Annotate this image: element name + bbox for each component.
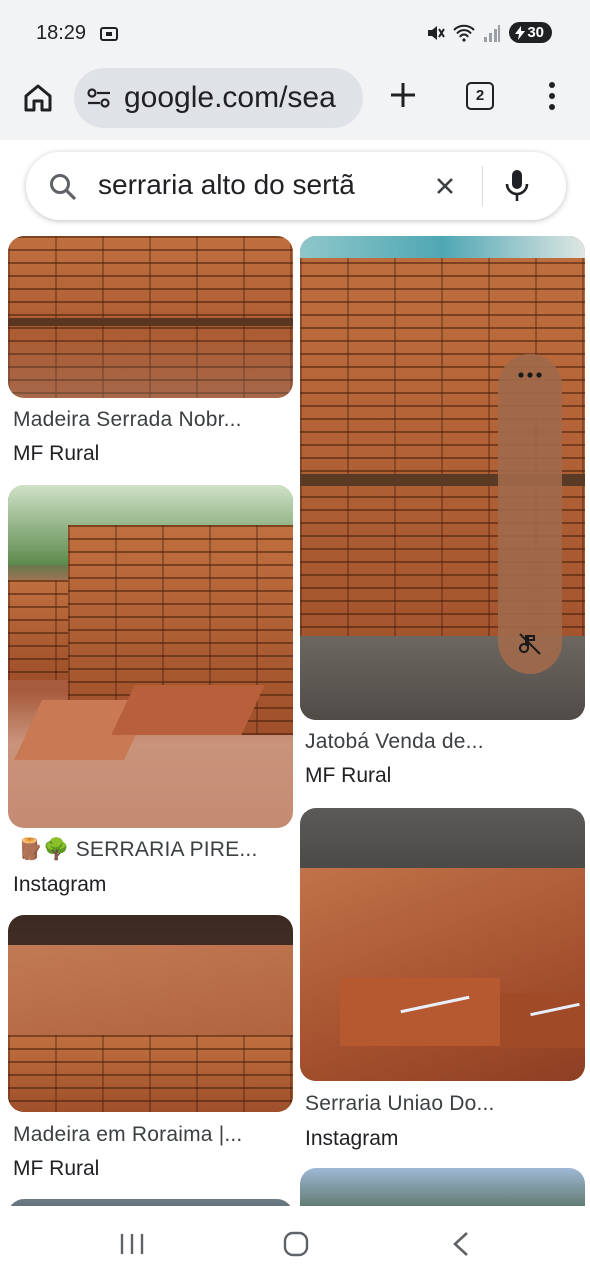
status-bar: 18:29 30	[0, 0, 590, 66]
result-caption[interactable]: Serraria Uniao Do...	[305, 1092, 495, 1116]
battery-level: 30	[527, 24, 544, 41]
search-divider	[482, 166, 483, 206]
floating-overlay-pill[interactable]	[498, 354, 562, 674]
result-source[interactable]: MF Rural	[305, 764, 391, 788]
result-caption[interactable]: Madeira em Roraima |...	[13, 1123, 242, 1147]
result-image[interactable]	[8, 915, 293, 1112]
recents-icon[interactable]	[118, 1232, 146, 1256]
result-caption[interactable]: 🪵🌳 SERRARIA PIRE...	[17, 838, 257, 862]
more-vert-icon[interactable]	[542, 80, 562, 112]
close-icon[interactable]	[434, 175, 456, 197]
search-area: serraria alto do sertã	[0, 140, 590, 236]
plus-icon[interactable]	[388, 80, 418, 110]
result-image[interactable]	[300, 1168, 585, 1206]
home-icon[interactable]	[20, 80, 56, 116]
tab-switcher-button[interactable]: 2	[466, 82, 494, 110]
signal-icon	[484, 24, 501, 42]
system-navigation-bar	[0, 1206, 590, 1280]
address-bar[interactable]: google.com/sea	[74, 68, 363, 128]
back-icon[interactable]	[450, 1230, 472, 1258]
tune-icon[interactable]	[86, 87, 112, 109]
screen-capture-icon	[100, 27, 118, 41]
result-image[interactable]	[300, 808, 585, 1081]
browser-toolbar: google.com/sea 2	[0, 66, 590, 140]
wifi-icon	[453, 24, 476, 42]
result-source[interactable]: Instagram	[305, 1127, 398, 1151]
result-source[interactable]: MF Rural	[13, 1157, 99, 1181]
result-source[interactable]: Instagram	[13, 873, 106, 897]
result-image[interactable]	[8, 236, 293, 398]
more-horiz-icon[interactable]	[516, 370, 544, 380]
search-input[interactable]: serraria alto do sertã	[98, 169, 408, 201]
nav-home-icon[interactable]	[282, 1230, 310, 1258]
charging-icon	[515, 25, 526, 40]
result-image[interactable]	[8, 485, 293, 828]
result-source[interactable]: MF Rural	[13, 442, 99, 466]
mute-vibrate-icon	[428, 25, 446, 40]
mic-icon[interactable]	[504, 168, 530, 204]
url-text: google.com/sea	[124, 81, 336, 114]
result-caption[interactable]: Jatobá Venda de...	[305, 730, 484, 754]
status-icons: 30	[425, 22, 552, 43]
result-caption[interactable]: Madeira Serrada Nobr...	[13, 408, 242, 432]
battery-indicator: 30	[509, 22, 552, 43]
status-time: 18:29	[36, 22, 87, 44]
search-text-fade	[366, 162, 414, 210]
music-off-icon[interactable]	[516, 630, 544, 658]
result-image[interactable]	[8, 1199, 293, 1206]
search-icon[interactable]	[48, 172, 78, 202]
search-box[interactable]: serraria alto do sertã	[26, 152, 566, 220]
